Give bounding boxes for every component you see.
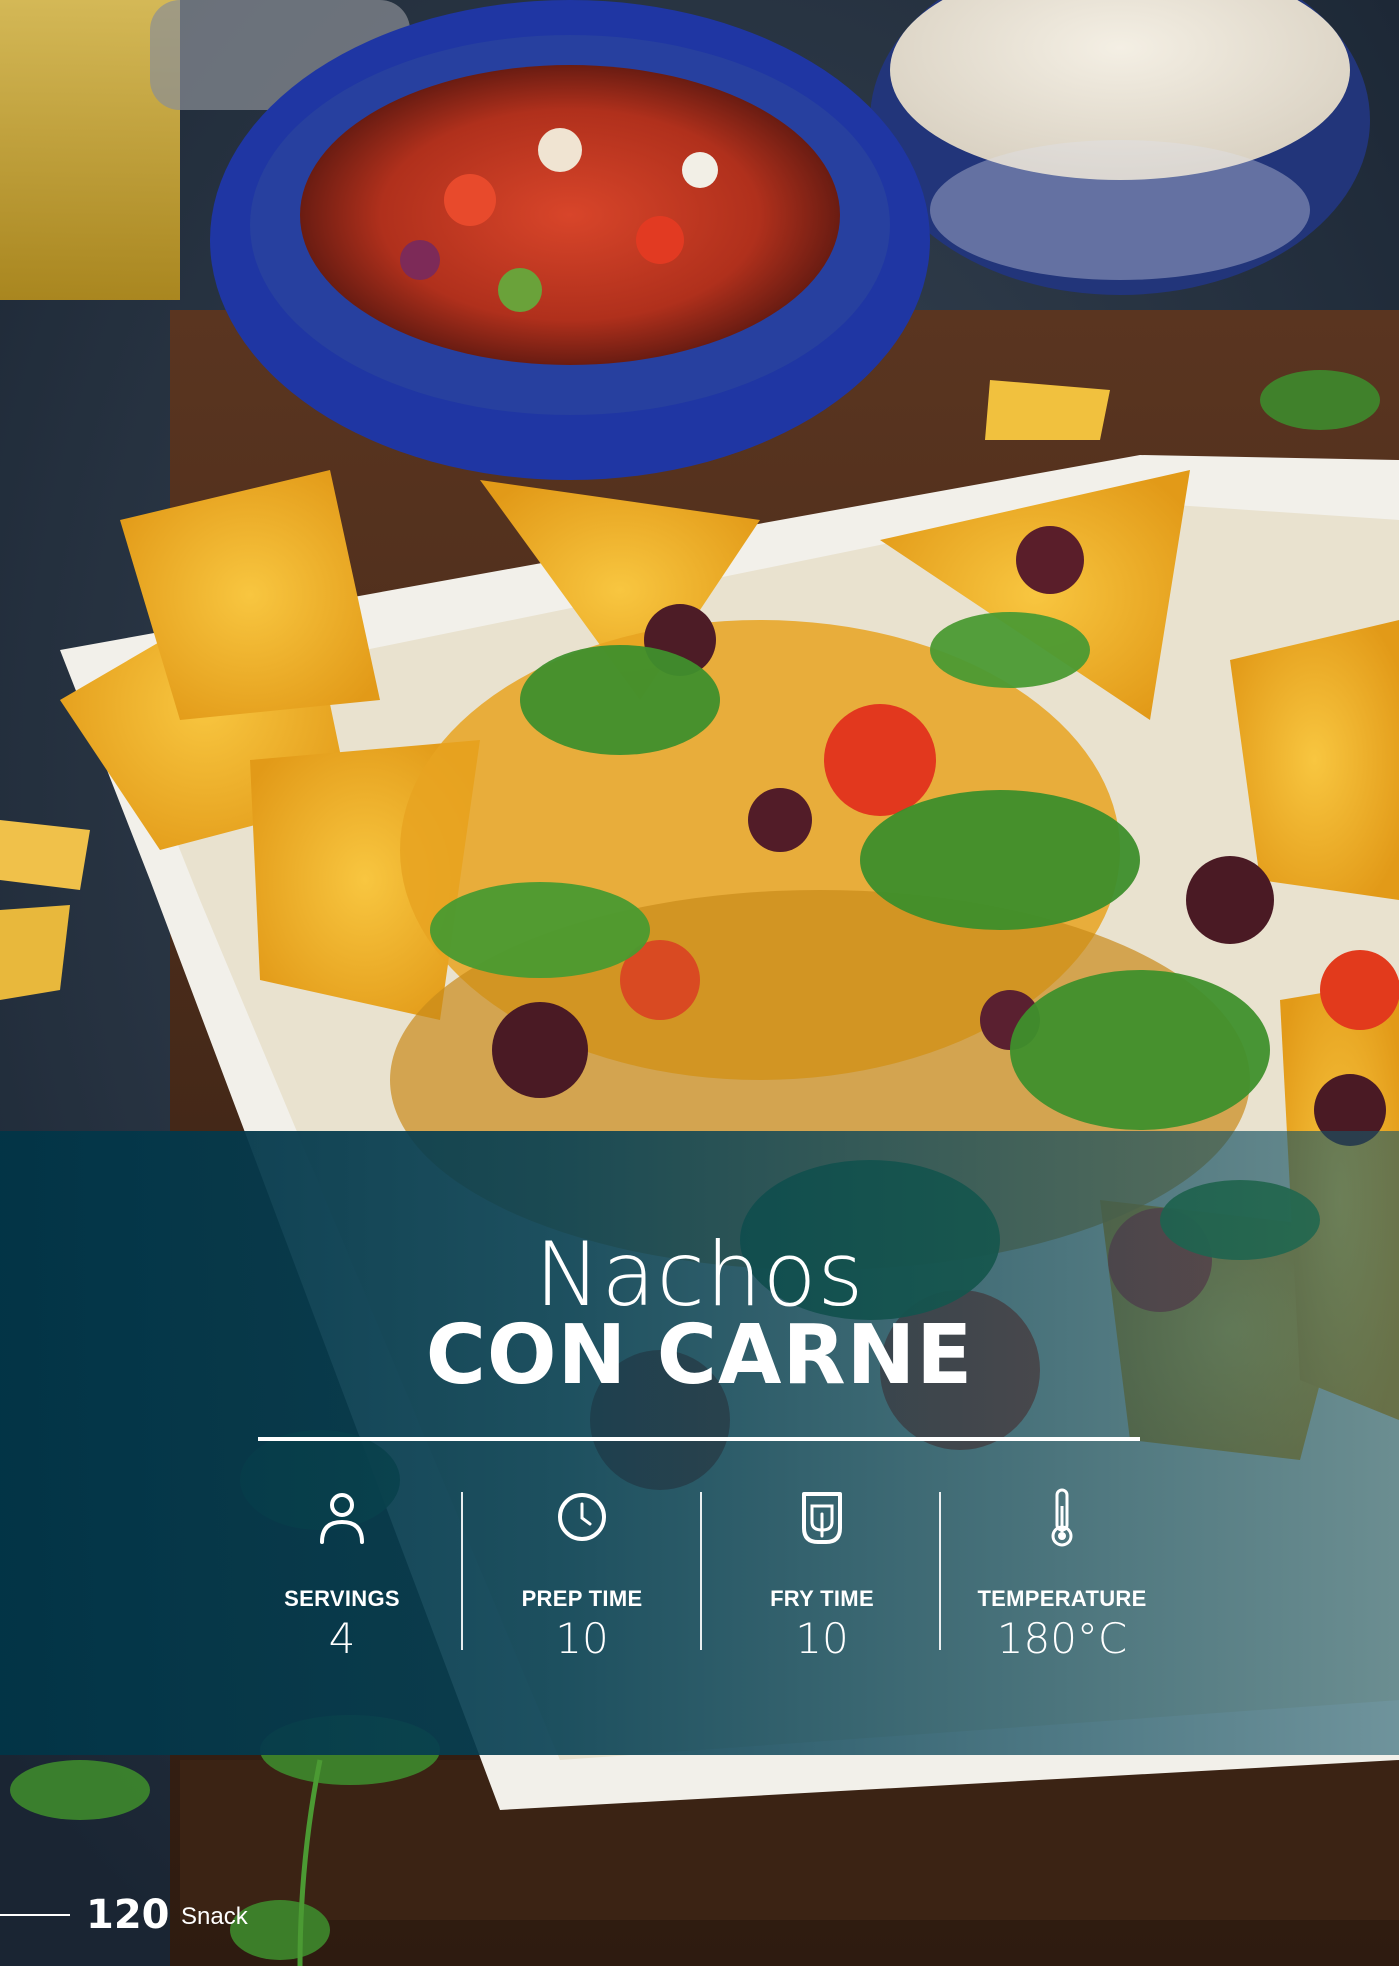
recipe-title-line2: CON CARNE (425, 1308, 974, 1403)
recipe-page: Nachos CON CARNE SERVINGS 4 PREP TIME 10 (0, 0, 1399, 1966)
clock-icon (558, 1493, 606, 1541)
footer-rule (0, 1914, 70, 1916)
air-fryer-icon (802, 1492, 842, 1544)
stat-servings: SERVINGS 4 (222, 1486, 462, 1666)
stat-divider (939, 1492, 941, 1650)
stat-fry-time: FRY TIME 10 (702, 1486, 942, 1666)
stat-label: TEMPERATURE (977, 1586, 1147, 1611)
title-divider (258, 1437, 1140, 1441)
stat-label: FRY TIME (770, 1586, 874, 1611)
stat-value: 10 (555, 1614, 609, 1663)
recipe-stats: SERVINGS 4 PREP TIME 10 FRY TIME 10 TEMP… (222, 1486, 1182, 1666)
stat-prep-time: PREP TIME 10 (462, 1486, 702, 1666)
section-label: Snack (181, 1903, 248, 1930)
stat-value: 4 (328, 1614, 356, 1663)
stat-label: PREP TIME (521, 1586, 643, 1611)
person-icon (320, 1493, 364, 1544)
stat-value: 10 (795, 1614, 849, 1663)
stat-label: SERVINGS (284, 1586, 400, 1611)
thermometer-icon (1051, 1488, 1073, 1547)
stat-temperature: TEMPERATURE 180°C (942, 1486, 1182, 1666)
page-number: 120 (86, 1892, 170, 1938)
stat-value: 180°C (996, 1614, 1128, 1663)
